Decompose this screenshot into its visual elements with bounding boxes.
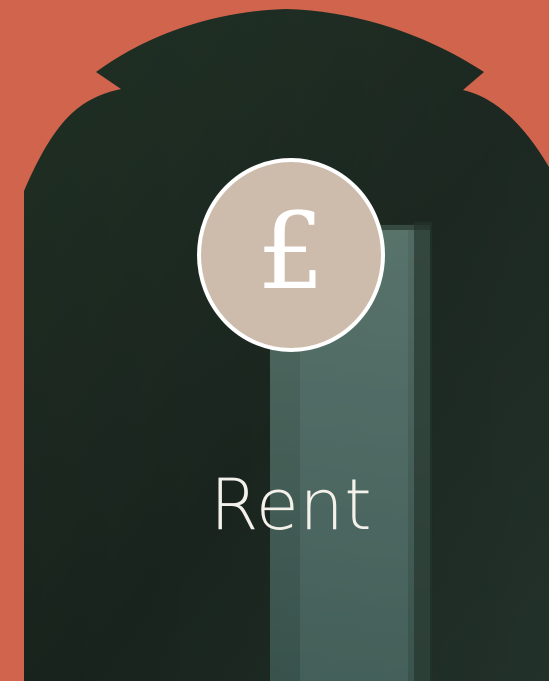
card-title: Rent xyxy=(209,464,373,546)
pound-sterling-icon: £ xyxy=(257,190,325,313)
rent-card[interactable]: £ Rent xyxy=(0,0,549,681)
pound-sterling-badge: £ xyxy=(196,157,386,353)
